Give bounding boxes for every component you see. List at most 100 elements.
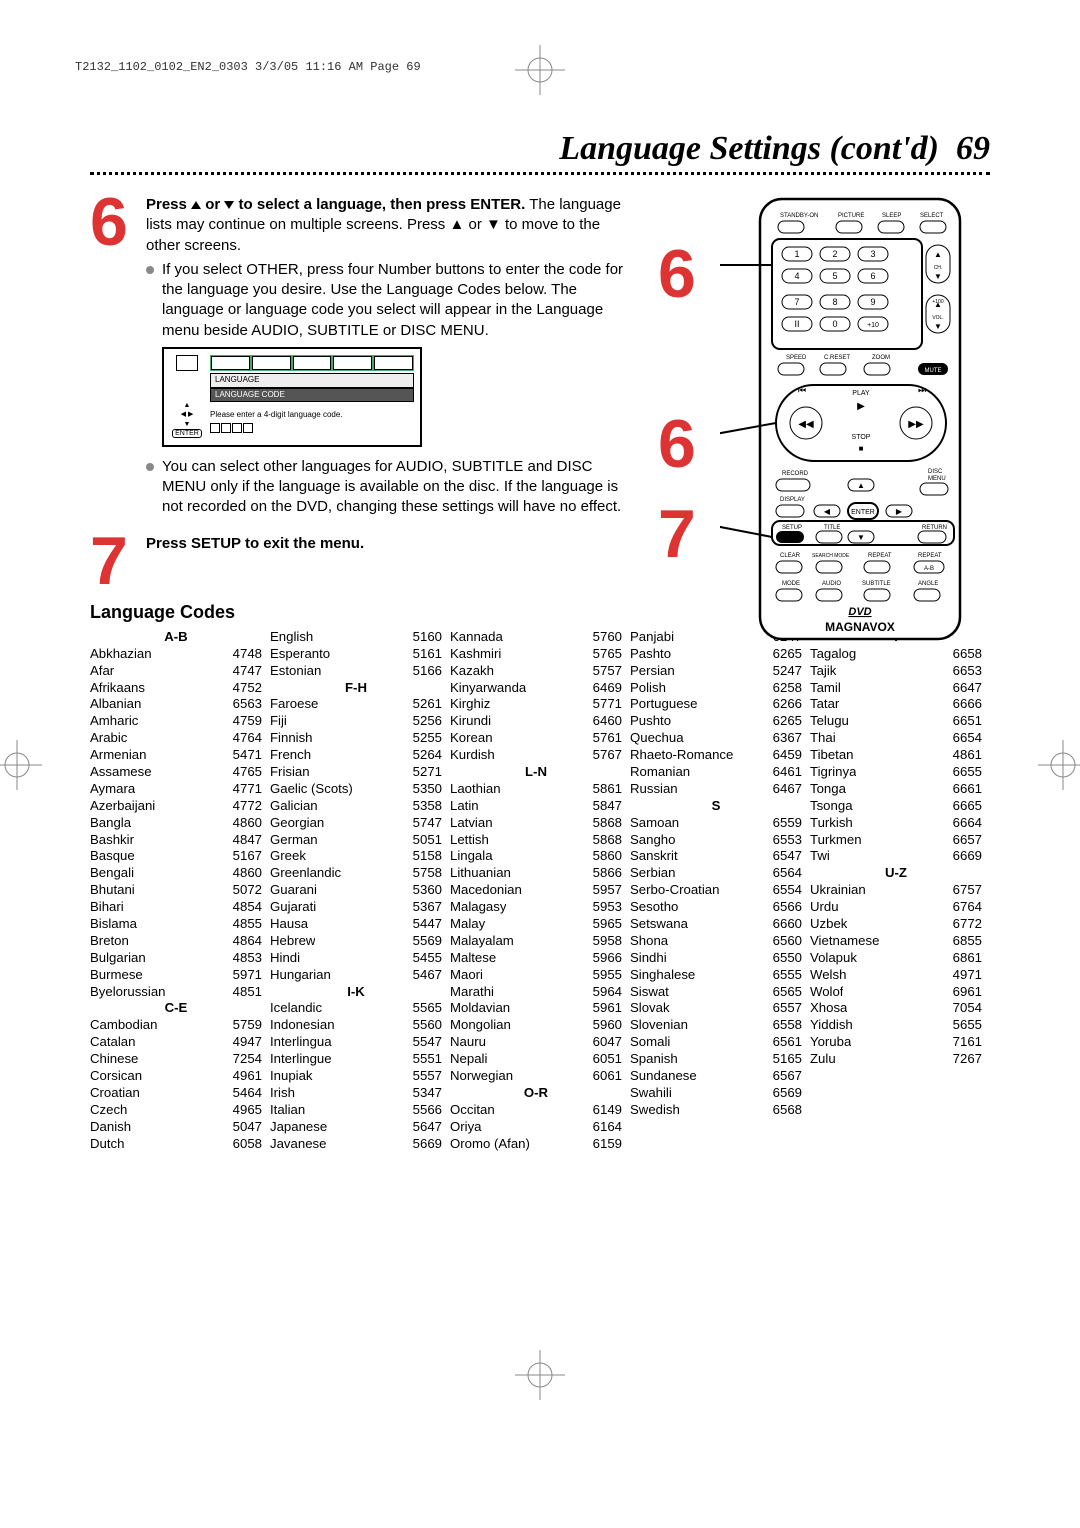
code-entry: Persian5247 <box>630 663 802 680</box>
svg-text:▶: ▶ <box>896 507 903 516</box>
title-text: Language Settings (cont'd) <box>559 130 939 167</box>
language-name: Hebrew <box>270 933 315 950</box>
language-code: 5965 <box>589 916 622 933</box>
svg-text:STANDBY-ON: STANDBY-ON <box>780 213 818 219</box>
code-entry: Serbian6564 <box>630 865 802 882</box>
language-code: 5167 <box>229 848 262 865</box>
language-code: 7054 <box>949 1000 982 1017</box>
code-entry: Yoruba7161 <box>810 1034 982 1051</box>
code-entry: Swahili6569 <box>630 1085 802 1102</box>
code-entry: Tamil 6647 <box>810 680 982 697</box>
print-header: T2132_1102_0102_EN2_0303 3/3/05 11:16 AM… <box>75 60 421 74</box>
svg-text:MUTE: MUTE <box>925 368 942 374</box>
language-code: 6653 <box>949 663 982 680</box>
code-entry: Danish5047 <box>90 1119 262 1136</box>
code-entry: Bihari4854 <box>90 899 262 916</box>
language-name: Hausa <box>270 916 308 933</box>
language-code: 5271 <box>409 764 442 781</box>
code-entry: Bhutani5072 <box>90 882 262 899</box>
code-entry: Kirghiz5771 <box>450 696 622 713</box>
language-code: 5560 <box>409 1017 442 1034</box>
code-entry: Urdu6764 <box>810 899 982 916</box>
language-name: Turkmen <box>810 832 862 849</box>
language-name: Malay <box>450 916 485 933</box>
language-code: 6647 <box>949 680 982 697</box>
code-section-header: U-Z <box>810 865 982 882</box>
code-entry: Yiddish5655 <box>810 1017 982 1034</box>
language-code: 5655 <box>949 1017 982 1034</box>
language-code: 6961 <box>949 984 982 1001</box>
language-code: 6568 <box>769 1102 802 1119</box>
svg-text:◀◀: ◀◀ <box>798 419 814 430</box>
svg-text:6: 6 <box>870 271 875 281</box>
code-section-header: O-R <box>450 1085 622 1102</box>
language-name: Nepali <box>450 1051 487 1068</box>
language-name: Polish <box>630 680 666 697</box>
language-name: Kazakh <box>450 663 494 680</box>
code-entry: Norwegian6061 <box>450 1068 622 1085</box>
code-entry: Oriya6164 <box>450 1119 622 1136</box>
down-arrow-icon <box>224 201 234 209</box>
code-entry: Lettish5868 <box>450 832 622 849</box>
language-name: Czech <box>90 1102 127 1119</box>
code-entry: Icelandic5565 <box>270 1000 442 1017</box>
svg-text:DISPLAY: DISPLAY <box>780 497 805 503</box>
language-name: Fiji <box>270 713 287 730</box>
language-code: 6657 <box>949 832 982 849</box>
language-code: 5051 <box>409 832 442 849</box>
language-code: 5765 <box>589 646 622 663</box>
code-entry: German5051 <box>270 832 442 849</box>
code-section-header: S <box>630 798 802 815</box>
language-name: Finnish <box>270 730 313 747</box>
code-entry: Sesotho6566 <box>630 899 802 916</box>
code-entry: Shona6560 <box>630 933 802 950</box>
language-code: 4851 <box>229 984 262 1001</box>
svg-text:PICTURE: PICTURE <box>838 213 864 219</box>
reg-mark-left <box>0 730 52 800</box>
code-entry: Spanish5165 <box>630 1051 802 1068</box>
code-entry: Russian6467 <box>630 781 802 798</box>
language-name: Quechua <box>630 730 684 747</box>
svg-text:▲: ▲ <box>857 481 865 490</box>
language-code: 4847 <box>229 832 262 849</box>
language-name: Catalan <box>90 1034 135 1051</box>
code-section-header: C-E <box>90 1000 262 1017</box>
code-entry: Rhaeto-Romance6459 <box>630 747 802 764</box>
language-name: Kirundi <box>450 713 491 730</box>
svg-text:DVD: DVD <box>848 606 871 618</box>
language-code: 6559 <box>769 815 802 832</box>
language-code: 6569 <box>769 1085 802 1102</box>
language-name: Italian <box>270 1102 305 1119</box>
step-6-bullet-2: You can select other languages for AUDIO… <box>146 457 626 518</box>
code-entry: Arabic4764 <box>90 730 262 747</box>
language-name: Tamil <box>810 680 841 697</box>
code-entry: Welsh4971 <box>810 967 982 984</box>
code-entry: Hebrew5569 <box>270 933 442 950</box>
language-code: 4752 <box>229 680 262 697</box>
language-name: Swedish <box>630 1102 680 1119</box>
language-name: Urdu <box>810 899 839 916</box>
language-code: 5161 <box>409 646 442 663</box>
code-entry: Guarani5360 <box>270 882 442 899</box>
code-entry: Croatian5464 <box>90 1085 262 1102</box>
osd-illustration: ▲◀ ▶▼ENTER LANGUAGE LANGUAGE CODE Please… <box>162 347 422 447</box>
language-name: Byelorussian <box>90 984 166 1001</box>
language-name: Pushto <box>630 713 671 730</box>
code-entry: Indonesian5560 <box>270 1017 442 1034</box>
language-name: Zulu <box>810 1051 836 1068</box>
language-code: 6459 <box>769 747 802 764</box>
code-entry: Portuguese6266 <box>630 696 802 713</box>
code-entry: Occitan6149 <box>450 1102 622 1119</box>
code-entry: Latvian5868 <box>450 815 622 832</box>
language-name: Frisian <box>270 764 310 781</box>
language-name: Norwegian <box>450 1068 513 1085</box>
language-code: 4961 <box>229 1068 262 1085</box>
language-name: Portuguese <box>630 696 697 713</box>
language-name: Georgian <box>270 815 324 832</box>
language-name: Thai <box>810 730 836 747</box>
language-name: Tibetan <box>810 747 854 764</box>
code-entry: Bislama4855 <box>90 916 262 933</box>
svg-text:9: 9 <box>870 297 875 307</box>
language-name: Sanskrit <box>630 848 678 865</box>
code-entry: Vietnamese6855 <box>810 933 982 950</box>
